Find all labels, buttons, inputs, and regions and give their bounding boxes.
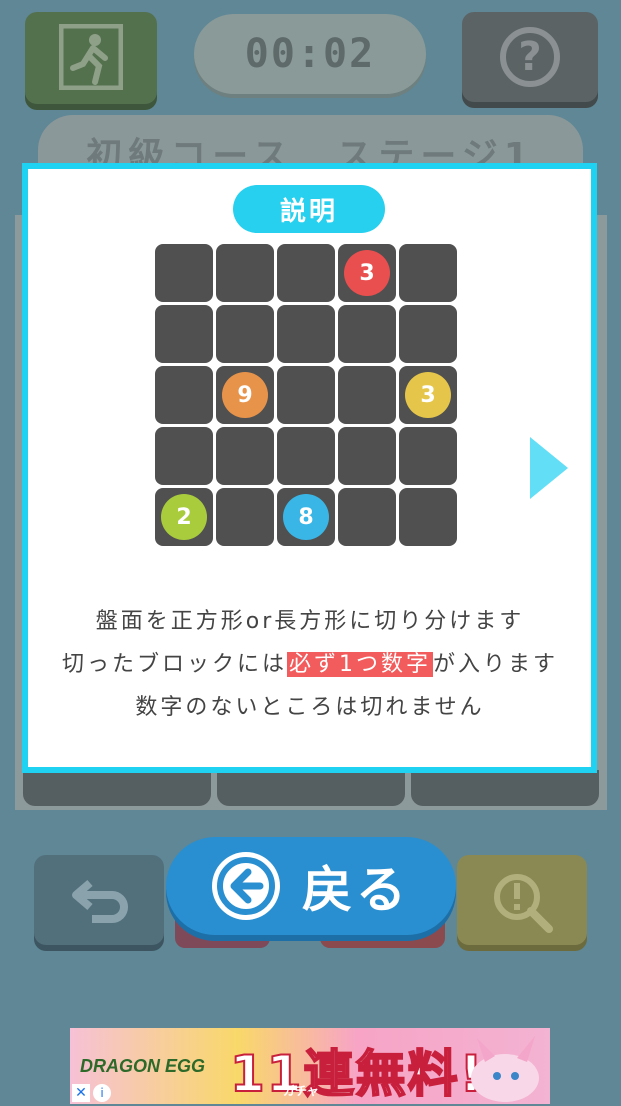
- description-line-1: 盤面を正方形or長方形に切り分けます: [95, 609, 525, 634]
- undo-button[interactable]: [34, 855, 164, 945]
- next-page-icon[interactable]: [530, 437, 568, 499]
- grid-cell: [155, 244, 213, 302]
- grid-cell: [399, 488, 457, 546]
- undo-icon: [72, 879, 128, 923]
- grid-cell: [216, 488, 274, 546]
- ad-close-icon[interactable]: ✕: [72, 1084, 90, 1102]
- timer-display: 00:02: [194, 14, 426, 94]
- grid-cell: [216, 305, 274, 363]
- grid-cell: [155, 427, 213, 485]
- grid-cell: [216, 244, 274, 302]
- description-line-3: 数字のないところは切れません: [135, 695, 485, 720]
- grid-cell: [277, 427, 335, 485]
- back-arrow-icon: [212, 852, 280, 920]
- grid-cell: [277, 305, 335, 363]
- back-button[interactable]: 戻る: [166, 837, 456, 935]
- ad-headline: 11連無料!: [229, 1044, 485, 1104]
- grid-number-badge: 3: [405, 372, 451, 418]
- grid-number-badge: 2: [161, 494, 207, 540]
- example-grid: 3 9 3 2 8: [155, 244, 460, 549]
- grid-cell: [399, 244, 457, 302]
- ad-dragon-image: [471, 1036, 539, 1102]
- grid-number-badge: 3: [344, 250, 390, 296]
- ad-gacha-label: ガチャ: [283, 1084, 319, 1098]
- grid-cell: 9: [216, 366, 274, 424]
- modal-title: 説明: [233, 185, 385, 233]
- grid-number-badge: 8: [283, 494, 329, 540]
- grid-cell: 8: [277, 488, 335, 546]
- grid-cell: [338, 305, 396, 363]
- grid-cell: [399, 305, 457, 363]
- board-segment: [217, 770, 405, 806]
- board-segment: [23, 770, 211, 806]
- hint-button[interactable]: [457, 855, 587, 945]
- board-segment: [411, 770, 599, 806]
- help-button[interactable]: ?: [462, 12, 598, 102]
- ad-logo: DRAGON EGG: [80, 1056, 206, 1076]
- line2-post: が入ります: [433, 652, 559, 677]
- description-line-2: 切ったブロックには必ず1つ数字が入ります: [30, 646, 590, 678]
- grid-number-badge: 9: [222, 372, 268, 418]
- grid-cell: [216, 427, 274, 485]
- line2-highlight: 必ず1つ数字: [287, 652, 433, 677]
- grid-cell: [338, 427, 396, 485]
- grid-cell: [338, 366, 396, 424]
- help-icon: ?: [500, 27, 560, 87]
- grid-cell: [277, 366, 335, 424]
- ad-info-icon[interactable]: i: [93, 1084, 111, 1102]
- back-label: 戻る: [302, 861, 410, 919]
- grid-cell: 3: [399, 366, 457, 424]
- exit-icon: [59, 24, 123, 90]
- line2-pre: 切ったブロックには: [61, 652, 287, 677]
- grid-cell: [338, 488, 396, 546]
- grid-cell: 2: [155, 488, 213, 546]
- grid-cell: 3: [338, 244, 396, 302]
- grid-cell: [399, 427, 457, 485]
- grid-cell: [277, 244, 335, 302]
- hint-search-icon: [494, 874, 553, 933]
- grid-cell: [155, 305, 213, 363]
- grid-cell: [155, 366, 213, 424]
- exit-button[interactable]: [25, 12, 157, 104]
